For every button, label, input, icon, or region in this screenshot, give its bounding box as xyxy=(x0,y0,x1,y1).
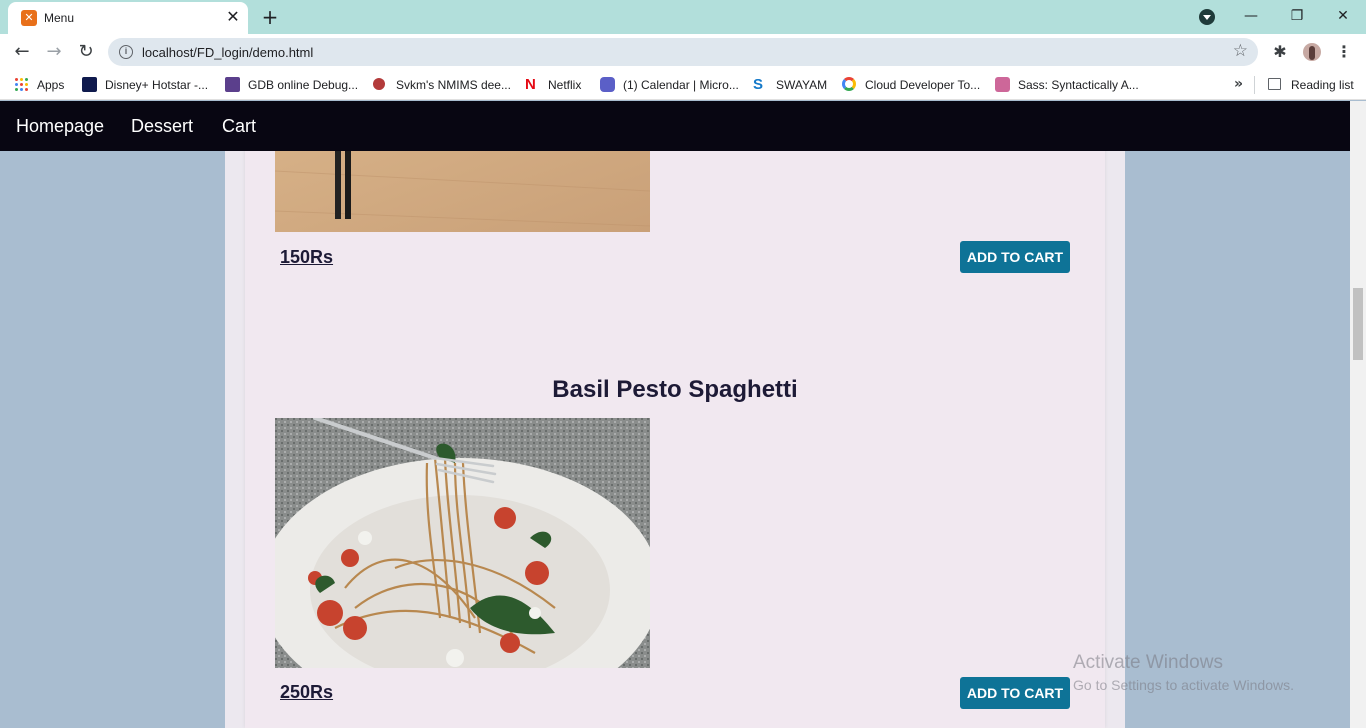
reload-icon[interactable]: ↻ xyxy=(74,40,98,64)
site-navbar: Homepage Dessert Cart xyxy=(0,101,1350,151)
page-scrollbar[interactable] xyxy=(1350,101,1366,728)
forward-icon[interactable]: → xyxy=(42,40,66,64)
extensions-icon[interactable]: ✱ xyxy=(1270,40,1290,64)
scrollbar-thumb[interactable] xyxy=(1353,288,1363,360)
netflix-icon: N xyxy=(525,76,536,93)
page-viewport: Homepage Dessert Cart 150Rs ADD TO CART … xyxy=(0,101,1350,728)
bookmark-label: Disney+ Hotstar -... xyxy=(105,78,209,92)
site-info-icon[interactable]: i xyxy=(119,45,133,59)
watermark-subtitle: Go to Settings to activate Windows. xyxy=(1073,677,1294,693)
reading-list-icon xyxy=(1268,78,1281,90)
browser-tab[interactable]: ✕ Menu ✕ xyxy=(8,2,248,34)
minimize-icon[interactable]: — xyxy=(1236,4,1266,28)
sass-icon xyxy=(995,77,1010,92)
more-bookmarks-icon[interactable]: » xyxy=(1234,76,1243,92)
item-price: 250Rs xyxy=(280,682,334,702)
teams-icon xyxy=(600,77,615,92)
nav-cart-link[interactable]: Cart xyxy=(222,116,256,137)
hotstar-icon xyxy=(82,77,97,92)
tab-search-icon[interactable] xyxy=(1199,9,1215,25)
bookmark-label: Sass: Syntactically A... xyxy=(1018,78,1139,92)
nav-dessert-link[interactable]: Dessert xyxy=(131,116,193,137)
bookmark-label: Svkm's NMIMS dee... xyxy=(396,78,511,92)
add-to-cart-button[interactable]: ADD TO CART xyxy=(960,677,1070,709)
tab-title: Menu xyxy=(44,11,75,25)
new-tab-icon[interactable]: + xyxy=(259,6,281,28)
bookmark-label: (1) Calendar | Micro... xyxy=(623,78,739,92)
bookmark-label: Apps xyxy=(37,78,65,92)
restore-icon[interactable]: ❐ xyxy=(1282,4,1312,28)
browser-toolbar: ← → ↻ i localhost/FD_login/demo.html ☆ ✱… xyxy=(0,34,1366,70)
bookmark-label: Netflix xyxy=(548,78,582,92)
address-bar[interactable]: i localhost/FD_login/demo.html ☆ xyxy=(108,38,1258,66)
gdb-icon xyxy=(225,77,240,92)
url-text[interactable]: localhost/FD_login/demo.html xyxy=(142,45,313,60)
profile-avatar[interactable] xyxy=(1303,43,1321,61)
item-price: 150Rs xyxy=(280,247,334,267)
dish-title: Basil Pesto Spaghetti xyxy=(552,376,798,403)
nav-homepage-link[interactable]: Homepage xyxy=(16,116,104,137)
google-cloud-icon xyxy=(842,77,856,91)
xampp-icon: ✕ xyxy=(21,10,37,26)
menu-column: 150Rs ADD TO CART Basil Pesto Spaghetti xyxy=(225,101,1125,728)
nmims-icon xyxy=(373,78,385,90)
bookmark-label: GDB online Debug... xyxy=(248,78,359,92)
bookmark-star-icon[interactable]: ☆ xyxy=(1233,41,1248,61)
close-window-icon[interactable]: ✕ xyxy=(1328,4,1358,28)
add-to-cart-button[interactable]: ADD TO CART xyxy=(960,241,1070,273)
menu-card: 150Rs ADD TO CART Basil Pesto Spaghetti xyxy=(245,101,1105,728)
activate-windows-watermark: Activate Windows Go to Settings to activ… xyxy=(1073,652,1294,693)
reading-list-label: Reading list xyxy=(1291,78,1354,92)
back-icon[interactable]: ← xyxy=(10,40,34,64)
bookmarks-bar: Apps Disney+ Hotstar -... GDB online Deb… xyxy=(0,70,1366,100)
more-menu-icon[interactable]: ⋮ xyxy=(1336,40,1352,64)
close-tab-icon[interactable]: ✕ xyxy=(224,8,242,26)
spaghetti-image xyxy=(275,418,650,668)
bookmarks-divider xyxy=(1254,76,1255,94)
bookmark-label: Cloud Developer To... xyxy=(865,78,981,92)
bookmark-label: SWAYAM xyxy=(776,78,828,92)
tab-strip: ✕ Menu ✕ + — ❐ ✕ xyxy=(0,0,1366,34)
swayam-icon: S xyxy=(753,76,764,93)
watermark-title: Activate Windows xyxy=(1073,652,1223,673)
apps-grid-icon xyxy=(15,78,28,91)
